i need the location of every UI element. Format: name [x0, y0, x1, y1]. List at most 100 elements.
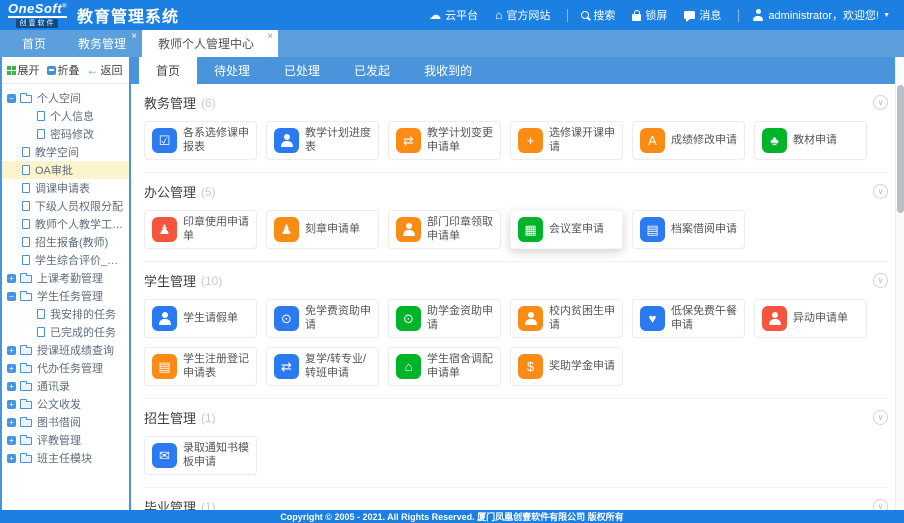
- app-card[interactable]: ♟印章使用申请单: [144, 210, 257, 249]
- vertical-scrollbar[interactable]: [895, 57, 904, 510]
- tree-item[interactable]: +班主任模块: [2, 449, 129, 467]
- tree-item[interactable]: +公文收发: [2, 395, 129, 413]
- header-divider: [567, 9, 568, 22]
- tree-item[interactable]: 我安排的任务: [2, 305, 129, 323]
- section: 招生管理(1)∨✉录取通知书模板申请: [144, 399, 888, 488]
- app-card[interactable]: $奖助学金申请: [510, 347, 623, 386]
- window-tab[interactable]: 教师个人管理中心×: [142, 30, 278, 57]
- section-collapse-button[interactable]: ∨: [873, 499, 888, 510]
- tree-item-label: 代办任务管理: [37, 360, 103, 376]
- user-menu[interactable]: administrator，欢迎您!▼: [752, 7, 894, 23]
- app-card[interactable]: ⊙免学费资助申请: [266, 299, 379, 338]
- app-card[interactable]: ⊙助学金资助申请: [388, 299, 501, 338]
- collapse-node-icon[interactable]: −: [7, 292, 16, 301]
- app-card[interactable]: 异动申请单: [754, 299, 867, 338]
- app-card[interactable]: +选修课开课申请: [510, 121, 623, 160]
- app-card[interactable]: ✉录取通知书模板申请: [144, 436, 257, 475]
- close-icon[interactable]: ×: [131, 32, 137, 42]
- app-card[interactable]: ⇄教学计划变更申请单: [388, 121, 501, 160]
- expand-node-icon[interactable]: +: [7, 382, 16, 391]
- tab-active[interactable]: 首页: [139, 57, 197, 84]
- tree-item[interactable]: 教学空间: [2, 143, 129, 161]
- tree-item[interactable]: + 代办任务管理: [2, 359, 129, 377]
- expand-node-icon[interactable]: +: [7, 436, 16, 445]
- window-tab[interactable]: 教务管理×: [62, 30, 142, 57]
- expand-node-icon[interactable]: +: [7, 364, 16, 373]
- tree-item[interactable]: 已完成的任务: [2, 323, 129, 341]
- app-card[interactable]: ♣教材申请: [754, 121, 867, 160]
- section-collapse-button[interactable]: ∨: [873, 273, 888, 288]
- tab-item[interactable]: 已发起: [337, 57, 407, 84]
- app-card[interactable]: ♥低保免费午餐申请: [632, 299, 745, 338]
- expand-node-icon[interactable]: +: [7, 418, 16, 427]
- tree-item[interactable]: +评教管理: [2, 431, 129, 449]
- section-collapse-button[interactable]: ∨: [873, 410, 888, 425]
- section-collapse-button[interactable]: ∨: [873, 95, 888, 110]
- tab-item[interactable]: 已处理: [267, 57, 337, 84]
- app-card[interactable]: ▤学生注册登记申请表: [144, 347, 257, 386]
- tree-item[interactable]: + 图书借阅: [2, 413, 129, 431]
- expand-node-icon[interactable]: +: [7, 346, 16, 355]
- tree-item[interactable]: 下级人员权限分配: [2, 197, 129, 215]
- app-card[interactable]: ▦会议室申请: [510, 210, 623, 249]
- person-glyph: [524, 312, 537, 325]
- tree-item-label: 图书借阅: [37, 414, 81, 430]
- section-collapse-button[interactable]: ∨: [873, 184, 888, 199]
- expand-node-icon[interactable]: +: [7, 454, 16, 463]
- app-card[interactable]: ▤档案借阅申请: [632, 210, 745, 249]
- section-title: 学生管理: [144, 271, 196, 290]
- collapse-icon: [47, 66, 56, 75]
- cloud-platform-link[interactable]: ☁云平台: [429, 7, 482, 23]
- tree-item[interactable]: 密码修改: [2, 125, 129, 143]
- messages-button[interactable]: 消息: [684, 7, 725, 23]
- search-button[interactable]: 搜索: [581, 7, 619, 23]
- expand-label: 展开: [18, 62, 40, 78]
- app-card[interactable]: 部门印章领取申请单: [388, 210, 501, 249]
- collapse-all-button[interactable]: 折叠: [47, 62, 82, 78]
- tab-item[interactable]: 待处理: [197, 57, 267, 84]
- tree-item[interactable]: 招生报备(教师): [2, 233, 129, 251]
- tree-item[interactable]: 学生综合评价_学科评价: [2, 251, 129, 269]
- tree-item[interactable]: −个人空间: [2, 89, 129, 107]
- tree-item[interactable]: +上课考勤管理: [2, 269, 129, 287]
- tree-item[interactable]: OA审批: [2, 161, 129, 179]
- folder-icon: [20, 383, 32, 391]
- back-button[interactable]: ←返回: [87, 62, 125, 78]
- cloud-platform-label: 云平台: [445, 7, 478, 23]
- window-tab[interactable]: 首页: [6, 30, 62, 57]
- tree-item[interactable]: 调课申请表: [2, 179, 129, 197]
- chevron-down-icon: ▼: [883, 12, 890, 19]
- tree-item[interactable]: 教师个人教学工作量登记表: [2, 215, 129, 233]
- app-card[interactable]: ☑各系选修课申报表: [144, 121, 257, 160]
- sidebar-tree: −个人空间个人信息密码修改教学空间OA审批调课申请表下级人员权限分配教师个人教学…: [2, 84, 129, 510]
- tree-item-label: 授课班成绩查询: [37, 342, 114, 358]
- tree-item[interactable]: −学生任务管理: [2, 287, 129, 305]
- app-card[interactable]: ♟刻章申请单: [266, 210, 379, 249]
- app-card[interactable]: ⌂学生宿舍调配申请单: [388, 347, 501, 386]
- lock-screen-button[interactable]: 锁屏: [632, 7, 671, 23]
- app-card[interactable]: 校内贫困生申请: [510, 299, 623, 338]
- tree-item-label: 学生综合评价_学科评价: [35, 252, 129, 268]
- collapse-label: 折叠: [58, 62, 80, 78]
- tree-item[interactable]: +通讯录: [2, 377, 129, 395]
- app-card[interactable]: 教学计划进度表: [266, 121, 379, 160]
- expand-node-icon[interactable]: +: [7, 274, 16, 283]
- tree-item[interactable]: + 授课班成绩查询: [2, 341, 129, 359]
- file-icon: [22, 255, 30, 265]
- app-card-label: 录取通知书模板申请: [183, 442, 249, 470]
- tab-item[interactable]: 我收到的: [407, 57, 489, 84]
- close-icon[interactable]: ×: [267, 32, 273, 42]
- expand-all-button[interactable]: 展开: [7, 62, 42, 78]
- app-card[interactable]: 学生请假单: [144, 299, 257, 338]
- tree-item[interactable]: 个人信息: [2, 107, 129, 125]
- app-card-label: 异动申请单: [793, 312, 848, 326]
- back-label: 返回: [101, 62, 123, 78]
- collapse-node-icon[interactable]: −: [7, 94, 16, 103]
- logo-name: OneSoft®: [8, 2, 67, 18]
- section-count: (10): [201, 274, 222, 288]
- app-card[interactable]: A成绩修改申请: [632, 121, 745, 160]
- expand-node-icon[interactable]: +: [7, 400, 16, 409]
- official-site-link[interactable]: ⌂官方网站: [495, 7, 554, 23]
- scrollbar-thumb[interactable]: [897, 85, 904, 213]
- app-card[interactable]: ⇄复学/转专业/转班申请: [266, 347, 379, 386]
